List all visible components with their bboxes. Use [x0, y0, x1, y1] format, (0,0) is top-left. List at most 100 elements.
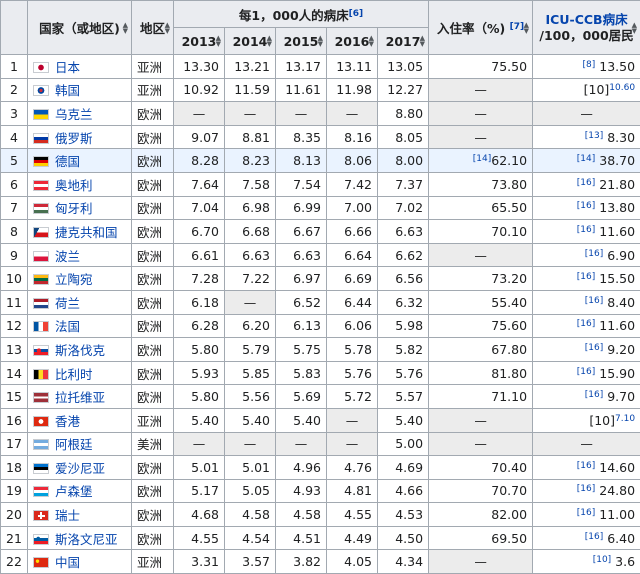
sort-icon[interactable]: ▲ ▼ [123, 21, 128, 34]
country-link[interactable]: 乌克兰 [55, 107, 93, 122]
icu-ref-link[interactable]: [16] [585, 249, 603, 259]
icu-ref-link[interactable]: [16] [577, 508, 595, 518]
icu-ref-link[interactable]: [16] [577, 225, 595, 235]
sort-icon[interactable]: ▲ ▼ [369, 35, 374, 48]
country-link[interactable]: 拉托维亚 [55, 390, 105, 405]
country-cell[interactable]: 韩国 [27, 77, 132, 103]
year-header-2015[interactable]: 2015 ▲ ▼ [275, 27, 327, 55]
country-cell[interactable]: 立陶宛 [27, 266, 132, 291]
occupancy-ref-link[interactable]: [14] [473, 154, 491, 164]
sort-icon[interactable]: ▲ ▼ [165, 21, 170, 34]
sort-icon[interactable]: ▲ ▼ [420, 35, 425, 48]
country-cell[interactable]: 斯洛文尼亚 [27, 525, 132, 551]
region-cell: 欧洲 [131, 384, 174, 409]
country-link[interactable]: 斯洛伐克 [55, 343, 105, 358]
icu-ref-link[interactable]: [10] [593, 555, 611, 565]
country-link[interactable]: 俄罗斯 [55, 131, 93, 146]
beds-value: 5.00 [395, 436, 424, 452]
country-cell[interactable]: 荷兰 [27, 289, 132, 315]
sort-icon[interactable]: ▲ ▼ [216, 35, 221, 48]
country-link[interactable]: 韩国 [55, 83, 80, 98]
icu-ref-link[interactable]: [16] [577, 367, 595, 377]
country-cell[interactable]: 德国 [27, 148, 132, 173]
year-header-2013[interactable]: 2013 ▲ ▼ [173, 27, 225, 55]
rank-value: 17 [6, 436, 22, 452]
icu-header[interactable]: ICU-CCB病床/100，000居民 ▲ ▼ [532, 0, 640, 55]
icu-value: 11.60 [599, 223, 636, 239]
country-link[interactable]: 卢森堡 [55, 484, 93, 499]
country-link[interactable]: 斯洛文尼亚 [55, 532, 118, 547]
country-cell[interactable]: 波兰 [27, 242, 132, 268]
country-cell[interactable]: 匈牙利 [27, 195, 132, 221]
icu-value: 10.60 [609, 83, 636, 94]
country-link[interactable]: 瑞士 [55, 508, 80, 523]
region-header[interactable]: 地区 ▲ ▼ [131, 0, 174, 55]
country-link[interactable]: 捷克共和国 [55, 225, 118, 240]
icu-ref-link[interactable]: [16] [577, 319, 595, 329]
icu-ref-link[interactable]: [16] [585, 532, 603, 542]
rank-header [0, 0, 28, 55]
country-cell[interactable]: 乌克兰 [27, 101, 132, 126]
sort-icon[interactable]: ▲ ▼ [318, 35, 323, 48]
country-cell[interactable]: 比利时 [27, 360, 132, 386]
country-cell[interactable]: 爱沙尼亚 [27, 455, 132, 480]
country-link[interactable]: 荷兰 [55, 296, 80, 311]
icu-ref-link[interactable]: [8] [583, 60, 596, 70]
country-link[interactable]: 中国 [55, 555, 80, 570]
country-link[interactable]: 波兰 [55, 249, 80, 264]
country-link[interactable]: 立陶宛 [55, 272, 93, 287]
country-cell[interactable]: 香港 [27, 407, 132, 433]
country-header[interactable]: 国家（或地区) ▲ ▼ [27, 0, 132, 55]
icu-ref-link[interactable]: [16] [577, 484, 595, 494]
beds-ref-link[interactable]: [6] [349, 9, 364, 19]
country-cell[interactable]: 拉托维亚 [27, 384, 132, 409]
year-header-2016[interactable]: 2016 ▲ ▼ [326, 27, 378, 55]
country-cell[interactable]: 日本 [27, 54, 132, 79]
sort-icon[interactable]: ▲ ▼ [524, 21, 529, 34]
country-link[interactable]: 爱沙尼亚 [55, 461, 105, 476]
year-header-2014[interactable]: 2014 ▲ ▼ [224, 27, 276, 55]
sort-icon[interactable]: ▲ ▼ [267, 35, 272, 48]
icu-ref-link[interactable]: [16] [577, 272, 595, 282]
icu-header-link[interactable]: ICU-CCB病床 [546, 12, 628, 27]
icu-ref-link[interactable]: [16] [585, 296, 603, 306]
beds-2017-cell: 6.32 [376, 289, 430, 315]
icu-ref-link[interactable]: [13] [585, 131, 603, 141]
country-link[interactable]: 阿根廷 [55, 437, 93, 452]
country-link[interactable]: 日本 [55, 60, 80, 75]
country-link[interactable]: 比利时 [55, 367, 93, 382]
icu-ref-link[interactable]: [16] [577, 201, 595, 211]
icu-cell: [16] 6.90 [532, 242, 640, 268]
icu-ref-link[interactable]: [16] [585, 343, 603, 353]
beds-value: 5.79 [242, 341, 270, 357]
icu-ref-link[interactable]: [14] [577, 154, 595, 164]
icu-cell: — [532, 431, 640, 457]
occupancy-value: 81.80 [491, 365, 528, 381]
icu-ref-link[interactable]: [16] [577, 178, 595, 188]
country-cell[interactable]: 奥地利 [27, 171, 132, 197]
country-link[interactable]: 法国 [55, 319, 80, 334]
beds-value: 5.57 [395, 389, 424, 405]
sort-icon[interactable]: ▲ ▼ [632, 21, 637, 34]
icu-ref-link[interactable]: [16] [585, 390, 603, 400]
country-cell[interactable]: 斯洛伐克 [27, 337, 132, 362]
country-cell[interactable]: 法国 [27, 313, 132, 339]
beds-value: 5.83 [293, 365, 321, 381]
occupancy-cell: 70.40 [428, 455, 534, 480]
occupancy-header[interactable]: 入住率（%) [7] ▲ ▼ [428, 0, 534, 55]
icu-ref-link[interactable]: [16] [577, 461, 595, 471]
beds-value: 13.17 [285, 58, 321, 74]
beds-value: 5.98 [395, 318, 424, 334]
occupancy-ref-link[interactable]: [7] [510, 22, 525, 32]
country-link[interactable]: 奥地利 [55, 178, 93, 193]
country-cell[interactable]: 中国 [27, 549, 132, 574]
year-header-2017[interactable]: 2017 ▲ ▼ [376, 27, 430, 55]
country-cell[interactable]: 卢森堡 [27, 478, 132, 504]
country-cell[interactable]: 瑞士 [27, 502, 132, 527]
country-cell[interactable]: 阿根廷 [27, 431, 132, 457]
country-cell[interactable]: 俄罗斯 [27, 124, 132, 150]
country-cell[interactable]: 捷克共和国 [27, 219, 132, 244]
country-link[interactable]: 匈牙利 [55, 201, 93, 216]
country-link[interactable]: 香港 [55, 414, 80, 429]
country-link[interactable]: 德国 [55, 154, 80, 169]
